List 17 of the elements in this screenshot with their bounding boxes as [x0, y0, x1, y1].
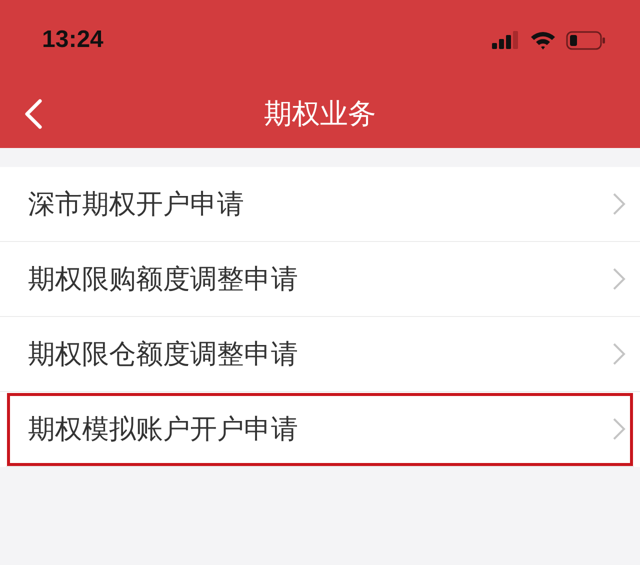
menu-item-label: 期权限仓额度调整申请 — [28, 338, 298, 372]
menu-item[interactable]: 深市期权开户申请 — [0, 167, 640, 242]
signal-icon — [492, 31, 520, 49]
page-title: 期权业务 — [264, 96, 376, 132]
chevron-right-icon — [612, 267, 626, 291]
wifi-icon — [530, 30, 556, 50]
status-time: 13:24 — [42, 26, 104, 54]
chevron-right-icon — [612, 342, 626, 366]
chevron-right-icon — [612, 192, 626, 216]
menu-item-label: 期权限购额度调整申请 — [28, 263, 298, 297]
menu-item[interactable]: 期权限仓额度调整申请 — [0, 317, 640, 392]
menu-item[interactable]: 期权限购额度调整申请 — [0, 242, 640, 317]
battery-icon — [566, 30, 606, 50]
chevron-right-icon — [612, 417, 626, 441]
menu-item-label: 期权模拟账户开户申请 — [28, 413, 298, 447]
menu-item[interactable]: 期权模拟账户开户申请 — [6, 392, 634, 467]
menu-item-label: 深市期权开户申请 — [28, 188, 244, 222]
